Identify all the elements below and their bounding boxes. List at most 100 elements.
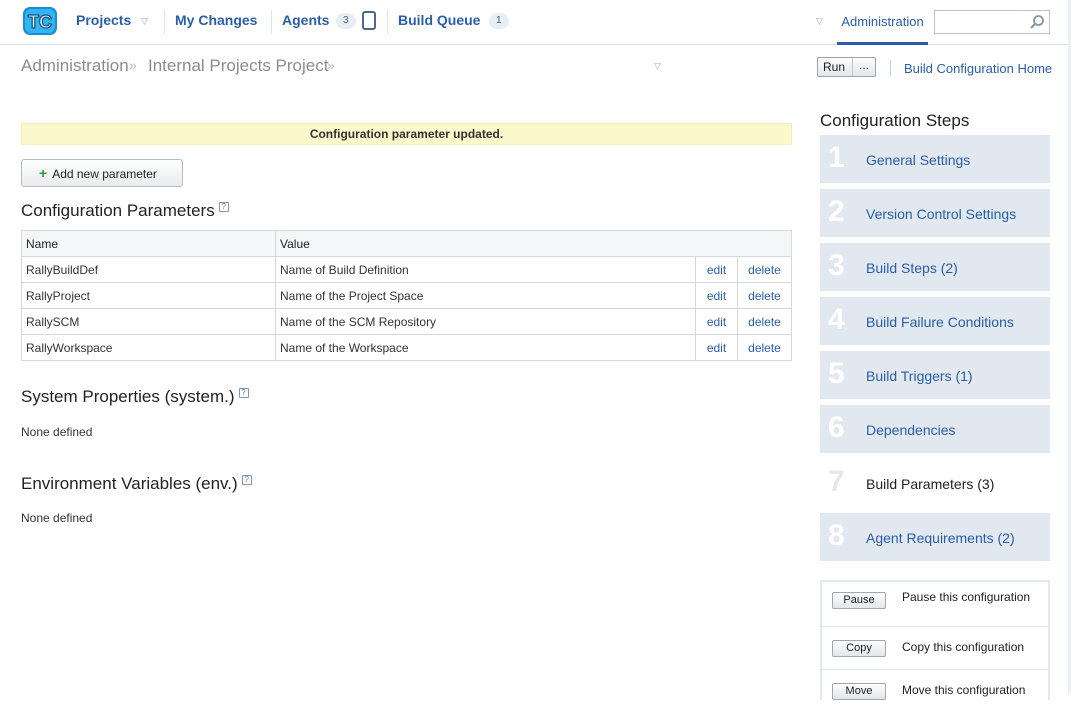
help-icon[interactable]: ? xyxy=(241,475,252,486)
run-button-group: Run ... xyxy=(817,57,877,77)
table-row: RallyBuildDef Name of Build Definition e… xyxy=(21,256,792,283)
breadcrumb-project[interactable]: Internal Projects Project xyxy=(148,56,328,76)
table-row: RallySCM Name of the SCM Repository edit… xyxy=(21,308,792,335)
breadcrumb-chevron-icon: » xyxy=(327,57,335,73)
copy-description: Copy this configuration xyxy=(902,640,1025,654)
step-label[interactable]: Agent Requirements (2) xyxy=(866,530,1015,546)
param-name: RallyBuildDef xyxy=(21,256,276,283)
system-properties-title: System Properties (system.) xyxy=(21,387,235,406)
divider xyxy=(890,60,891,76)
move-description: Move this configuration xyxy=(902,683,1026,697)
agent-status-icon[interactable] xyxy=(362,11,376,30)
build-configuration-home-link[interactable]: Build Configuration Home xyxy=(904,61,1052,76)
table-header-row: Name Value xyxy=(21,230,792,257)
delete-link[interactable]: delete xyxy=(748,263,781,277)
column-header-name: Name xyxy=(21,230,276,257)
search-input[interactable] xyxy=(934,10,1050,34)
nav-separator xyxy=(271,10,272,34)
param-name: RallyWorkspace xyxy=(21,334,276,361)
param-value: Name of the Workspace xyxy=(275,334,696,361)
nav-administration[interactable]: Administration xyxy=(837,0,928,45)
step-label[interactable]: General Settings xyxy=(866,152,970,168)
step-build-triggers[interactable]: 5 Build Triggers (1) xyxy=(820,349,1050,399)
step-number: 8 xyxy=(828,519,845,552)
add-parameter-button[interactable]: + Add new parameter xyxy=(21,159,183,187)
param-value: Name of the SCM Repository xyxy=(275,308,696,335)
action-row-move: Move Move this configuration xyxy=(822,670,1048,713)
step-build-steps[interactable]: 3 Build Steps (2) xyxy=(820,241,1050,291)
search-icon[interactable] xyxy=(1029,14,1045,30)
breadcrumb-dropdown-icon[interactable]: ▽ xyxy=(654,61,661,72)
step-version-control-settings[interactable]: 2 Version Control Settings xyxy=(820,187,1050,237)
step-number: 5 xyxy=(828,357,845,390)
step-number: 2 xyxy=(828,195,845,228)
run-options-button[interactable]: ... xyxy=(853,58,875,76)
edit-link[interactable]: edit xyxy=(707,315,726,329)
pause-description: Pause this configuration xyxy=(902,590,1031,604)
step-number: 6 xyxy=(828,411,845,444)
step-general-settings[interactable]: 1 General Settings xyxy=(820,133,1050,183)
nav-my-changes[interactable]: My Changes xyxy=(175,12,257,28)
step-number: 3 xyxy=(828,249,845,282)
step-number: 1 xyxy=(828,141,845,174)
delete-link[interactable]: delete xyxy=(748,289,781,303)
table-row: RallyProject Name of the Project Space e… xyxy=(21,282,792,309)
step-number: 7 xyxy=(828,465,845,498)
delete-link[interactable]: delete xyxy=(748,315,781,329)
projects-dropdown-icon[interactable]: ▽ xyxy=(141,16,148,27)
nav-build-queue[interactable]: Build Queue xyxy=(398,12,480,28)
step-agent-requirements[interactable]: 8 Agent Requirements (2) xyxy=(820,511,1050,561)
action-row-copy: Copy Copy this configuration xyxy=(822,627,1048,670)
step-build-failure-conditions[interactable]: 4 Build Failure Conditions xyxy=(820,295,1050,345)
config-params-title: Configuration Parameters xyxy=(21,201,215,220)
success-message: Configuration parameter updated. xyxy=(21,123,792,145)
step-number: 4 xyxy=(828,303,845,336)
configuration-actions: Pause Pause this configuration Copy Copy… xyxy=(820,580,1050,700)
step-label[interactable]: Dependencies xyxy=(866,422,956,438)
delete-link[interactable]: delete xyxy=(748,341,781,355)
admin-dropdown-icon[interactable]: ▽ xyxy=(816,16,823,27)
env-variables-title: Environment Variables (env.) xyxy=(21,474,238,493)
table-row: RallyWorkspace Name of the Workspace edi… xyxy=(21,334,792,361)
step-label: Build Parameters (3) xyxy=(866,476,995,492)
teamcity-logo-icon[interactable]: TC xyxy=(22,6,58,36)
step-dependencies[interactable]: 6 Dependencies xyxy=(820,403,1050,453)
nav-separator xyxy=(387,10,388,34)
nav-agents[interactable]: Agents xyxy=(282,12,329,28)
param-name: RallySCM xyxy=(21,308,276,335)
edit-link[interactable]: edit xyxy=(707,263,726,277)
system-properties-empty: None defined xyxy=(21,425,93,439)
plus-icon: + xyxy=(39,165,48,181)
env-variables-heading: Environment Variables (env.)? xyxy=(21,474,252,494)
move-button[interactable]: Move xyxy=(832,683,886,700)
run-button[interactable]: Run xyxy=(818,58,854,76)
nav-separator xyxy=(164,10,165,34)
action-row-pause: Pause Pause this configuration xyxy=(822,582,1048,627)
copy-button[interactable]: Copy xyxy=(832,640,886,657)
nav-projects[interactable]: Projects xyxy=(76,12,131,28)
step-build-parameters-current: 7 Build Parameters (3) xyxy=(820,457,1050,507)
agents-count-badge: 3 xyxy=(336,13,356,29)
step-label[interactable]: Build Triggers (1) xyxy=(866,368,973,384)
pause-button[interactable]: Pause xyxy=(832,592,886,609)
help-icon[interactable]: ? xyxy=(238,388,249,399)
build-queue-count-badge: 1 xyxy=(489,13,509,29)
configuration-steps-title: Configuration Steps xyxy=(820,111,970,130)
help-icon[interactable]: ? xyxy=(218,202,229,213)
top-navigation: TC Projects ▽ My Changes Agents 3 Build … xyxy=(0,0,1071,45)
edit-link[interactable]: edit xyxy=(707,341,726,355)
edit-link[interactable]: edit xyxy=(707,289,726,303)
breadcrumb-chevron-icon: » xyxy=(129,57,137,73)
step-label[interactable]: Version Control Settings xyxy=(866,206,1016,222)
config-params-heading: Configuration Parameters? xyxy=(21,201,229,221)
parameters-table: Name Value RallyBuildDef Name of Build D… xyxy=(21,230,792,361)
step-label[interactable]: Build Steps (2) xyxy=(866,260,958,276)
system-properties-heading: System Properties (system.)? xyxy=(21,387,249,407)
breadcrumb-administration[interactable]: Administration xyxy=(21,56,129,76)
step-label[interactable]: Build Failure Conditions xyxy=(866,314,1014,330)
logo-text: TC xyxy=(28,12,52,32)
column-header-value: Value xyxy=(275,230,792,257)
add-parameter-label: Add new parameter xyxy=(52,167,157,181)
param-name: RallyProject xyxy=(21,282,276,309)
configuration-steps-list: 1 General Settings 2 Version Control Set… xyxy=(820,133,1050,565)
